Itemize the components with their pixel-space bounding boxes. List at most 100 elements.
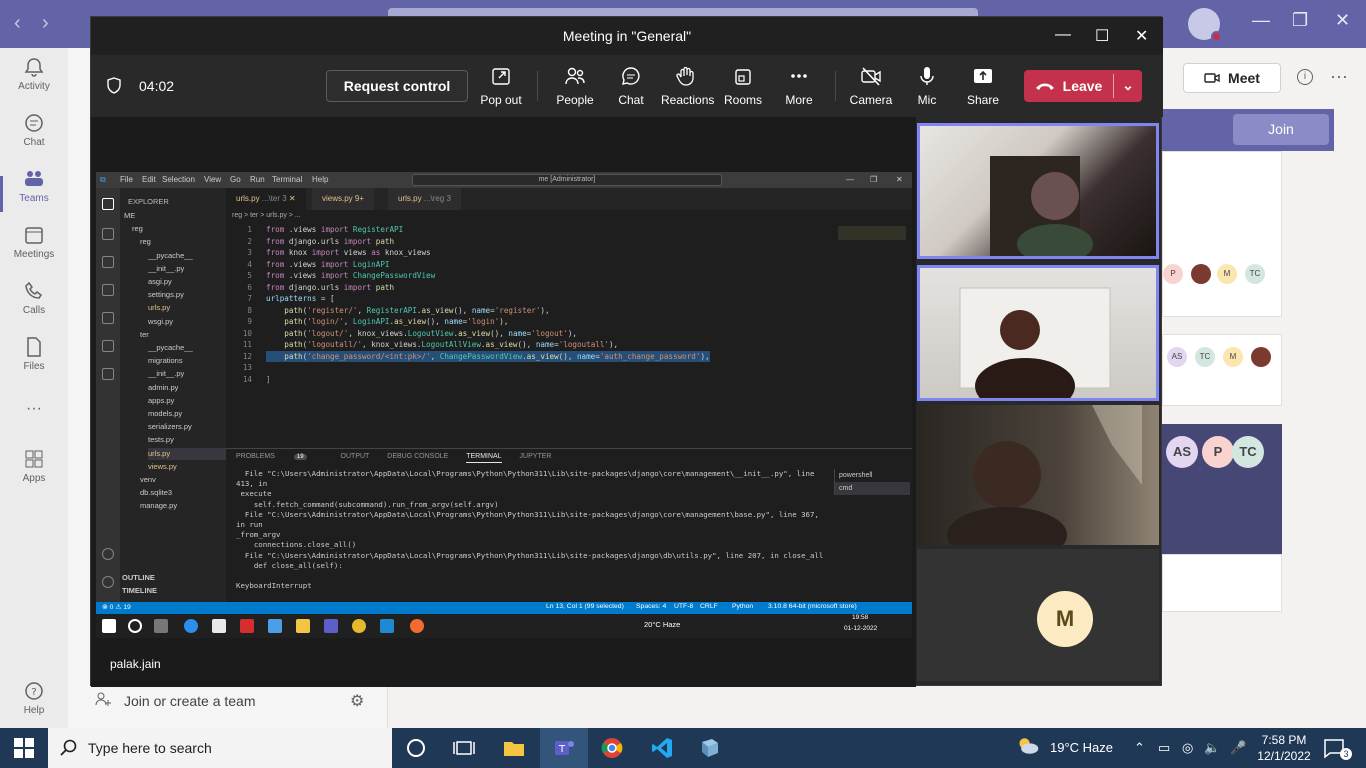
file-tree-item[interactable]: __pycache__ [148, 342, 226, 354]
tab-urls-reg[interactable]: urls.py ...\reg 3 [388, 188, 461, 210]
leave-button[interactable]: Leave ⌄ [1024, 70, 1142, 102]
volume-icon[interactable]: 🔈 [1204, 740, 1220, 756]
teams-app-icon[interactable]: T [552, 736, 576, 760]
status-interpreter[interactable]: 3.10.8 64-bit (microsoft store) [768, 603, 857, 610]
taskbar-weather[interactable]: 19°C Haze [1050, 740, 1113, 755]
join-button[interactable]: Join [1233, 114, 1329, 145]
menu-go[interactable]: Go [230, 175, 241, 184]
terminal-output[interactable]: File "C:\Users\Administrator\AppData\Loc… [236, 469, 826, 612]
file-tree-item[interactable]: apps.py [148, 395, 226, 407]
status-position[interactable]: Ln 13, Col 1 (99 selected) [546, 603, 624, 610]
file-tree-item[interactable]: ME [124, 210, 226, 222]
terminal-powershell[interactable]: powershell [835, 469, 910, 482]
status-spaces[interactable]: Spaces: 4 [636, 603, 666, 610]
menu-edit[interactable]: Edit [142, 175, 156, 184]
menu-selection[interactable]: Selection [162, 175, 195, 184]
tab-problems[interactable]: PROBLEMS 19 [236, 453, 323, 460]
reactions-button[interactable]: Reactions [661, 65, 714, 107]
weather-haze-icon[interactable] [1016, 734, 1040, 758]
command-center[interactable]: me [Administrator] [412, 174, 722, 186]
close-icon[interactable]: ✕ [896, 175, 903, 184]
meet-button[interactable]: Meet [1183, 63, 1281, 93]
rail-chat[interactable]: Chat [0, 112, 68, 164]
menu-help[interactable]: Help [312, 175, 328, 184]
participant-video-3[interactable] [917, 405, 1159, 545]
minimize-icon[interactable]: — [1055, 26, 1071, 44]
minimize-icon[interactable]: — [1252, 10, 1270, 31]
file-tree-item[interactable]: __init__.py [148, 368, 226, 380]
task-view-icon[interactable] [452, 736, 476, 760]
menu-terminal[interactable]: Terminal [272, 175, 302, 184]
file-tree-item[interactable]: ter [140, 329, 226, 341]
file-tree-item[interactable]: wsgi.py [148, 316, 226, 328]
outline-section[interactable]: OUTLINE [122, 572, 155, 584]
breadcrumb[interactable]: reg > ter > urls.py > ... [232, 212, 301, 219]
forward-arrow-icon[interactable]: › [42, 12, 49, 35]
testing-icon[interactable] [102, 340, 114, 352]
maximize-icon[interactable]: ☐ [1095, 26, 1109, 46]
menu-run[interactable]: Run [250, 175, 265, 184]
file-tree-item[interactable]: serializers.py [148, 421, 226, 433]
more-button[interactable]: More [777, 65, 821, 107]
people-button[interactable]: People [553, 65, 597, 107]
account-icon[interactable] [102, 548, 114, 560]
share-button[interactable]: Share [961, 65, 1005, 107]
chevron-down-icon[interactable]: ⌄ [1114, 70, 1142, 102]
rail-calls[interactable]: Calls [0, 280, 68, 332]
pop-out-button[interactable]: Pop out [479, 65, 523, 107]
status-eol[interactable]: CRLF [700, 603, 718, 610]
tab-views[interactable]: views.py 9+ [312, 188, 375, 210]
maximize-icon[interactable]: ❐ [870, 175, 877, 184]
file-tree-item[interactable]: __pycache__ [148, 250, 226, 262]
people-add-icon[interactable] [94, 690, 112, 708]
file-tree-item[interactable]: asgi.py [148, 276, 226, 288]
user-avatar[interactable] [1188, 8, 1222, 42]
file-tree-item[interactable]: manage.py [140, 500, 226, 512]
chevron-up-icon[interactable]: ⌃ [1134, 740, 1145, 756]
explorer-icon[interactable] [102, 198, 114, 210]
rooms-button[interactable]: Rooms [721, 65, 765, 107]
file-tree-item[interactable]: urls.py [148, 447, 226, 460]
back-arrow-icon[interactable]: ‹ [14, 12, 21, 35]
file-tree-item[interactable]: tests.py [148, 434, 226, 446]
tab-jupyter[interactable]: JUPYTER [520, 453, 552, 460]
file-tree-item[interactable]: settings.py [148, 289, 226, 301]
source-control-icon[interactable] [102, 256, 114, 268]
remote-icon[interactable] [102, 368, 114, 380]
file-tree-item[interactable]: urls.py [148, 302, 226, 314]
file-tree-item[interactable]: db.sqlite3 [140, 487, 226, 499]
file-tree-item[interactable]: venv [140, 474, 226, 486]
request-control-button[interactable]: Request control [326, 70, 468, 102]
participant-video-1[interactable] [917, 123, 1159, 259]
search-icon[interactable] [102, 228, 114, 240]
chrome-icon[interactable] [600, 736, 624, 760]
chat-button[interactable]: Chat [609, 65, 653, 107]
file-tree-item[interactable]: models.py [148, 408, 226, 420]
file-tree-item[interactable]: admin.py [148, 382, 226, 394]
mic-button[interactable]: Mic [905, 65, 949, 107]
vscode-app-icon[interactable] [650, 736, 674, 760]
camera-button[interactable]: Camera [849, 65, 893, 107]
cortana-icon[interactable] [404, 736, 428, 760]
menu-view[interactable]: View [204, 175, 221, 184]
rail-more-icon[interactable]: ··· [0, 400, 68, 452]
wifi-icon[interactable]: ◎ [1182, 740, 1193, 756]
taskbar-clock[interactable]: 7:58 PM 12/1/2022 [1256, 732, 1312, 764]
file-tree-item[interactable]: reg [140, 236, 226, 248]
rail-activity[interactable]: Activity [0, 56, 68, 108]
rail-help[interactable]: ? Help [0, 680, 68, 732]
settings-gear-icon[interactable]: ⚙ [350, 691, 364, 711]
mic-icon[interactable]: 🎤 [1230, 740, 1246, 756]
rail-apps[interactable]: Apps [0, 448, 68, 500]
status-language[interactable]: Python [732, 603, 753, 610]
menu-file[interactable]: File [120, 175, 133, 184]
battery-icon[interactable]: ▭ [1158, 740, 1170, 756]
code-editor[interactable]: 1 from .views import RegisterAPI 2 from dj… [226, 224, 912, 448]
tab-output[interactable]: OUTPUT [341, 453, 370, 460]
file-tree-item[interactable]: __init__.py [148, 263, 226, 275]
participant-tile-4[interactable]: M [917, 549, 1159, 681]
extensions-icon[interactable] [102, 312, 114, 324]
windows-start-icon[interactable] [12, 736, 36, 760]
tab-urls-ter[interactable]: urls.py ...\ter 3 ✕ [226, 188, 306, 210]
maximize-icon[interactable]: ❐ [1292, 10, 1308, 31]
